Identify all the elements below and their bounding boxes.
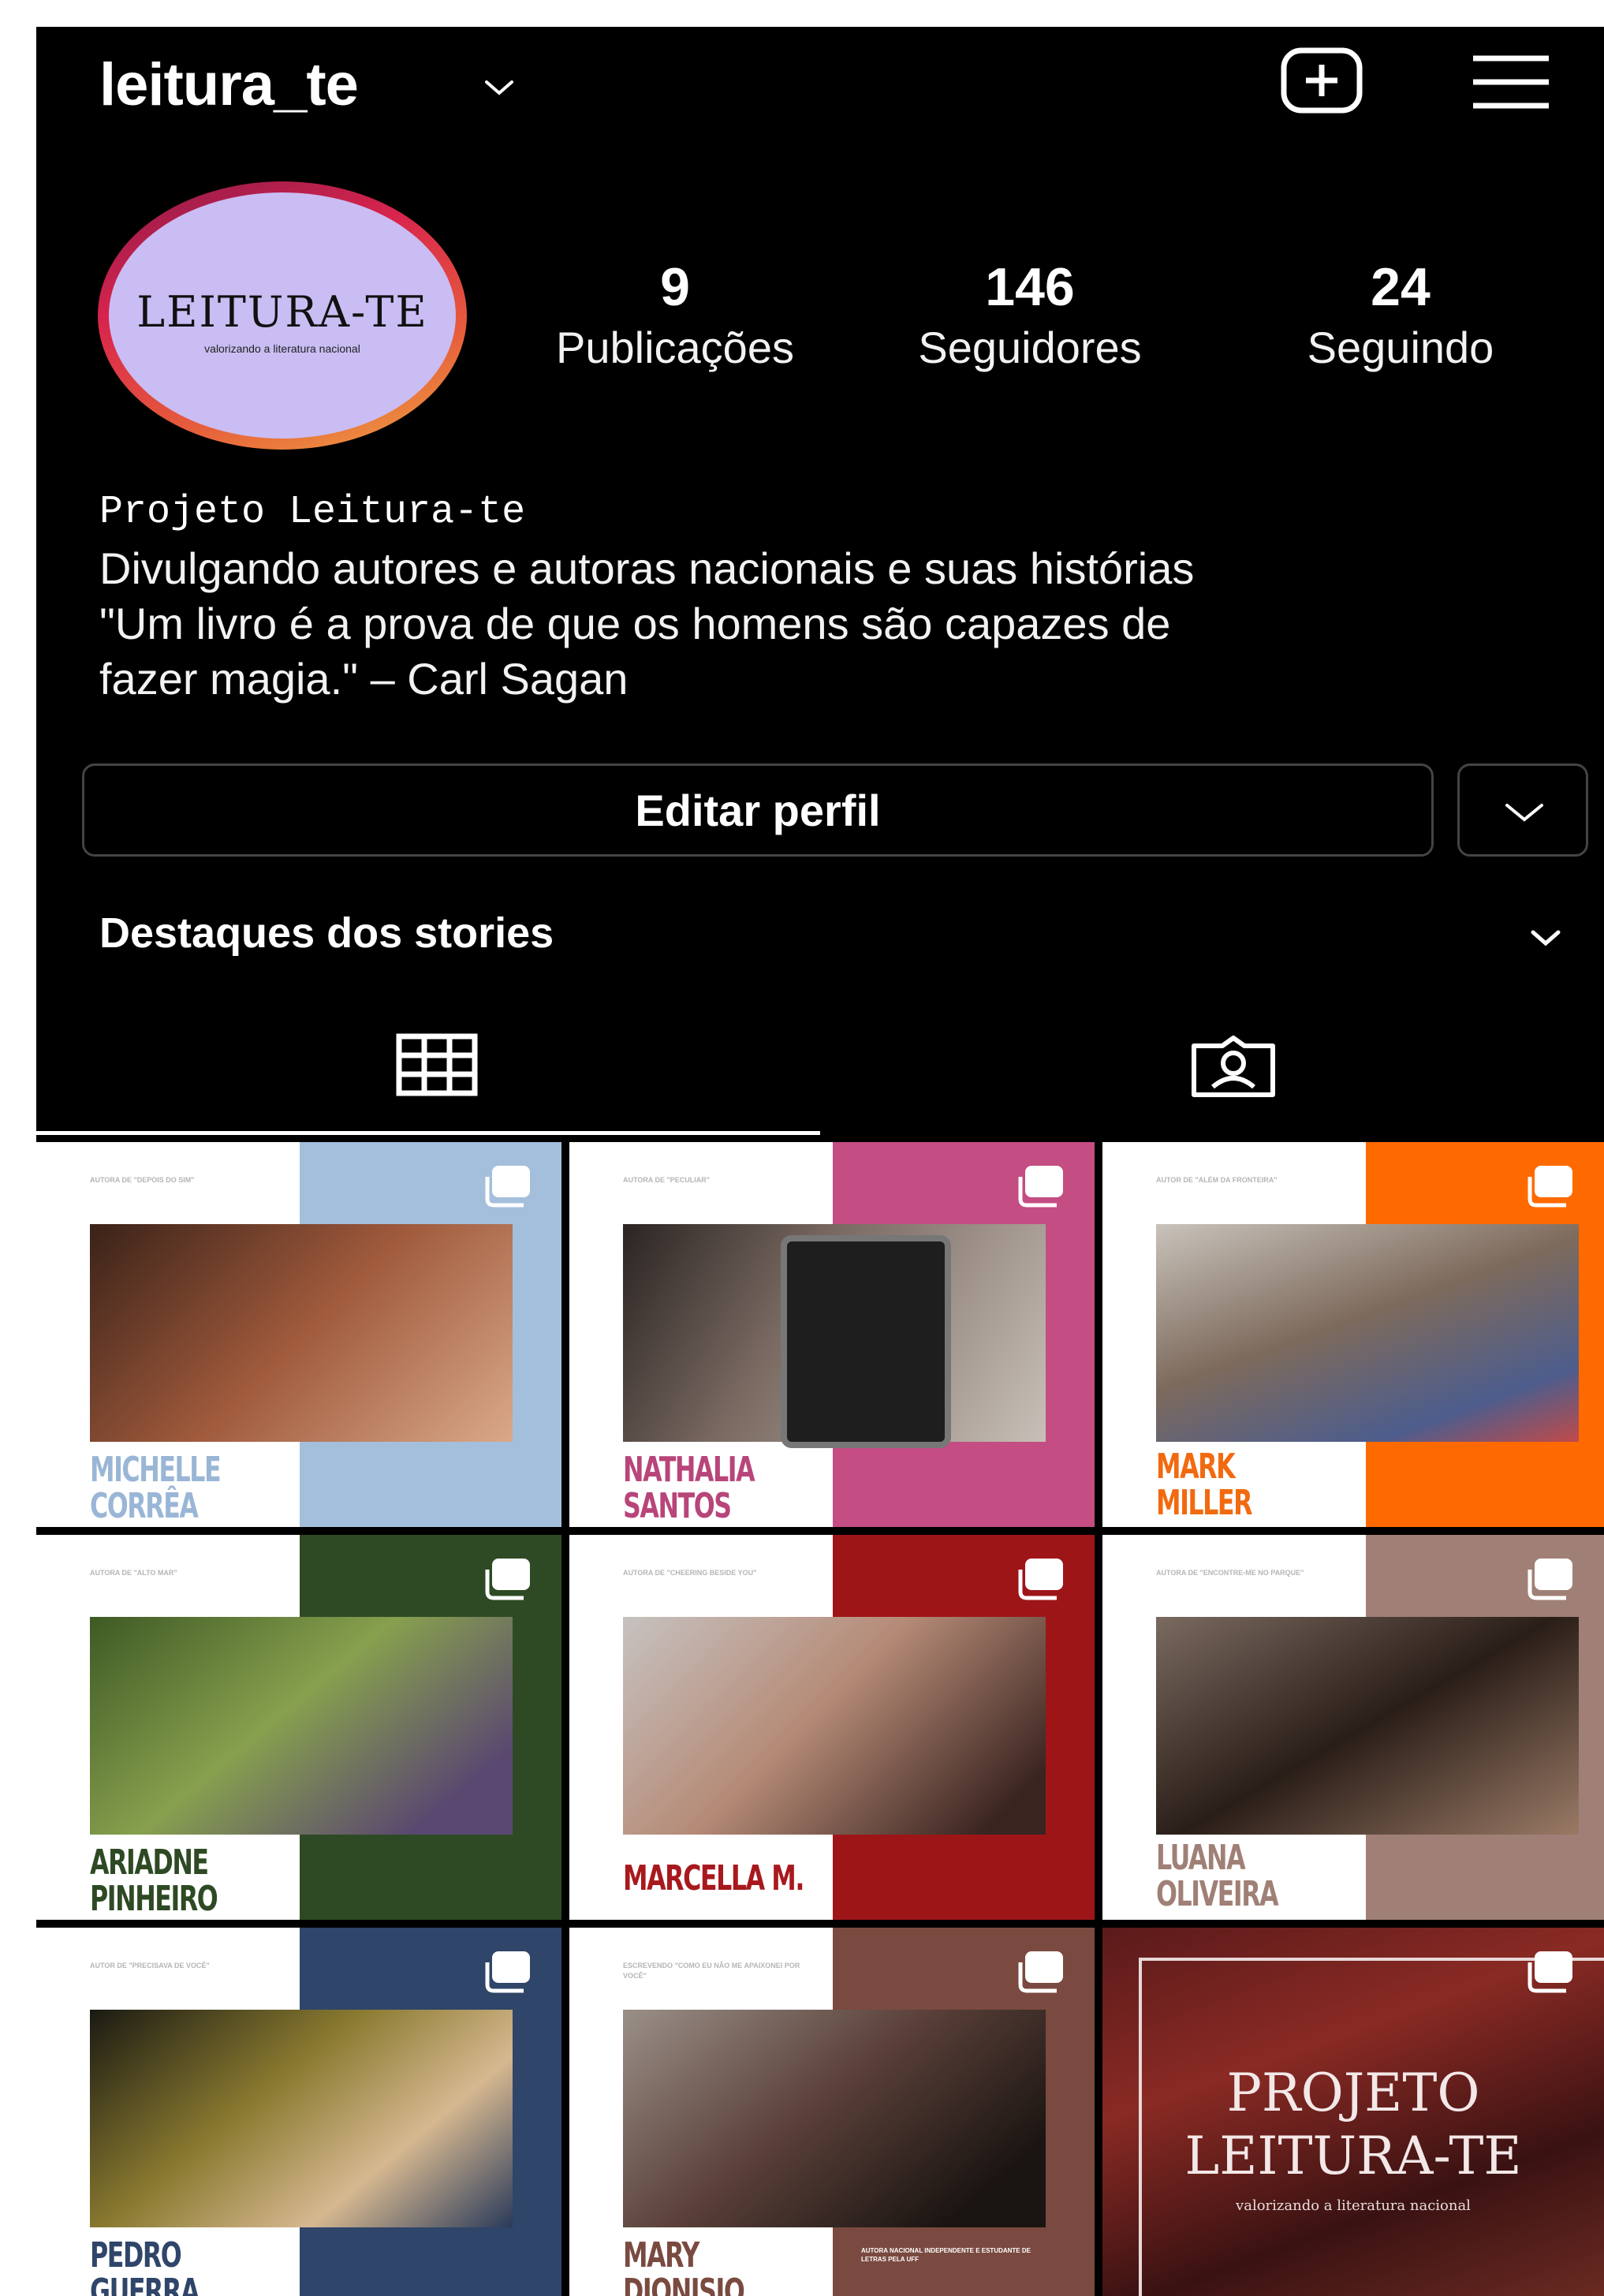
post-caption: ESCREVENDO "COMO EU NÃO ME APAIXONEI POR… <box>623 1962 800 1980</box>
avatar-logo: LEITURA-TE <box>136 287 428 337</box>
author-photo <box>1156 1617 1579 1835</box>
author-description: AUTORA NACIONAL INDEPENDENTE E ESTUDANTE… <box>861 2247 1031 2263</box>
chevron-down-icon[interactable] <box>1528 926 1563 950</box>
stat-following-value: 24 <box>1371 257 1431 317</box>
avatar-tagline: valorizando a literatura nacional <box>204 342 360 355</box>
author-name: MILLER <box>1156 1483 1253 1523</box>
author-name: MICHELLE <box>90 1450 222 1490</box>
carousel-icon <box>1528 1166 1572 1208</box>
active-tab-indicator <box>36 1131 820 1135</box>
add-post-icon[interactable] <box>1281 47 1363 114</box>
chevron-down-icon[interactable] <box>482 76 517 99</box>
top-bar: leitura_te <box>36 27 1604 137</box>
post-tile-mary[interactable]: ESCREVENDO "COMO EU NÃO ME APAIXONEI POR… <box>569 1928 1095 2296</box>
post-tile-nathalia[interactable]: AUTORA DE "PECULIAR" NATHALIA SANTOS <box>569 1142 1095 1527</box>
project-title: PROJETO <box>1226 2063 1480 2123</box>
tagged-icon[interactable] <box>1191 1035 1276 1098</box>
project-title: LEITURA-TE <box>1184 2126 1522 2186</box>
author-name: SANTOS <box>623 1486 732 1526</box>
bio: Projeto Leitura-te Divulgando autores e … <box>99 484 1566 707</box>
bio-line: fazer magia." – Carl Sagan <box>99 654 629 704</box>
stat-followers-label: Seguidores <box>918 323 1142 372</box>
post-caption: AUTORA DE "ENCONTRE-ME NO PARQUE" <box>1156 1569 1304 1577</box>
author-name: MARCELLA M. <box>623 1858 804 1898</box>
author-name: DIONISIO <box>623 2272 745 2296</box>
stat-posts[interactable]: 9 Publicações <box>541 256 809 377</box>
carousel-icon <box>1528 1951 1572 1993</box>
post-tile-mark[interactable]: AUTOR DE "ALÉM DA FRONTEIRA" MARK MILLER <box>1102 1142 1604 1527</box>
carousel-icon <box>485 1559 530 1600</box>
carousel-icon <box>1528 1559 1572 1600</box>
stat-following-label: Seguindo <box>1307 323 1494 372</box>
author-name: LUANA <box>1156 1838 1246 1878</box>
chevron-down-icon <box>1505 804 1543 822</box>
posts-grid: AUTORA DE "DEPOIS DO SIM" MICHELLE CORRÊ… <box>36 1142 1604 2296</box>
post-tile-projeto[interactable]: PROJETO LEITURA-TE valorizando a literat… <box>1102 1928 1604 2296</box>
carousel-icon <box>1018 1559 1063 1600</box>
author-name: PEDRO <box>90 2235 182 2275</box>
post-caption: AUTORA DE "ALTO MAR" <box>90 1569 177 1577</box>
post-caption: AUTORA DE "PECULIAR" <box>623 1176 711 1184</box>
project-tagline: valorizando a literatura nacional <box>1236 2197 1471 2214</box>
grid-icon[interactable] <box>396 1033 478 1096</box>
ereader-image <box>781 1235 951 1448</box>
bio-line: "Um livro é a prova de que os homens são… <box>99 599 1171 648</box>
author-name: CORRÊA <box>90 1486 199 1526</box>
avatar[interactable]: LEITURA-TE valorizando a literatura naci… <box>109 192 456 439</box>
edit-profile-button[interactable]: Editar perfil <box>82 763 1434 857</box>
post-tile-luana[interactable]: AUTORA DE "ENCONTRE-ME NO PARQUE" LUANA … <box>1102 1535 1604 1920</box>
carousel-icon <box>1018 1951 1063 1993</box>
stat-following[interactable]: 24 Seguindo <box>1274 256 1527 377</box>
author-photo <box>90 2010 513 2227</box>
stat-posts-value: 9 <box>660 257 690 317</box>
author-name: PINHEIRO <box>90 1879 218 1919</box>
post-caption: AUTORA DE "CHEERING BESIDE YOU" <box>623 1569 757 1577</box>
stat-followers[interactable]: 146 Seguidores <box>896 256 1164 377</box>
author-name: ARIADNE <box>90 1842 209 1883</box>
carousel-icon <box>485 1951 530 1993</box>
post-tile-michelle[interactable]: AUTORA DE "DEPOIS DO SIM" MICHELLE CORRÊ… <box>36 1142 561 1527</box>
post-caption: AUTOR DE "ALÉM DA FRONTEIRA" <box>1156 1176 1278 1184</box>
carousel-icon <box>485 1166 530 1208</box>
post-tile-ariadne[interactable]: AUTORA DE "ALTO MAR" ARIADNE PINHEIRO <box>36 1535 561 1920</box>
author-photo <box>623 2010 1046 2227</box>
stat-posts-label: Publicações <box>556 323 794 372</box>
author-photo <box>1156 1224 1579 1442</box>
post-tile-pedro[interactable]: AUTOR DE "PRECISAVA DE VOCÊ" PEDRO GUERR… <box>36 1928 561 2296</box>
suggestions-dropdown-button[interactable] <box>1457 763 1588 857</box>
username[interactable]: leitura_te <box>99 50 359 119</box>
post-caption: AUTORA DE "DEPOIS DO SIM" <box>90 1176 195 1184</box>
story-highlights-label[interactable]: Destaques dos stories <box>99 909 554 958</box>
stat-followers-value: 146 <box>985 257 1075 317</box>
author-name: GUERRA <box>90 2272 200 2296</box>
carousel-icon <box>1018 1166 1063 1208</box>
post-caption: AUTOR DE "PRECISAVA DE VOCÊ" <box>90 1962 210 1969</box>
author-photo <box>623 1617 1046 1835</box>
author-photo <box>90 1617 513 1835</box>
author-name: MARY <box>623 2235 699 2275</box>
profile-screen: leitura_te LEITURA-TE valorizando a lite… <box>36 27 1604 2296</box>
author-name: NATHALIA <box>623 1450 755 1490</box>
bio-line: Divulgando autores e autoras nacionais e… <box>99 543 1195 593</box>
author-name: MARK <box>1156 1447 1236 1487</box>
author-name: OLIVEIRA <box>1156 1874 1279 1914</box>
author-photo <box>90 1224 513 1442</box>
bio-name: Projeto Leitura-te <box>99 490 526 535</box>
menu-icon[interactable] <box>1472 54 1550 110</box>
post-tile-marcella[interactable]: AUTORA DE "CHEERING BESIDE YOU" MARCELLA… <box>569 1535 1095 1920</box>
